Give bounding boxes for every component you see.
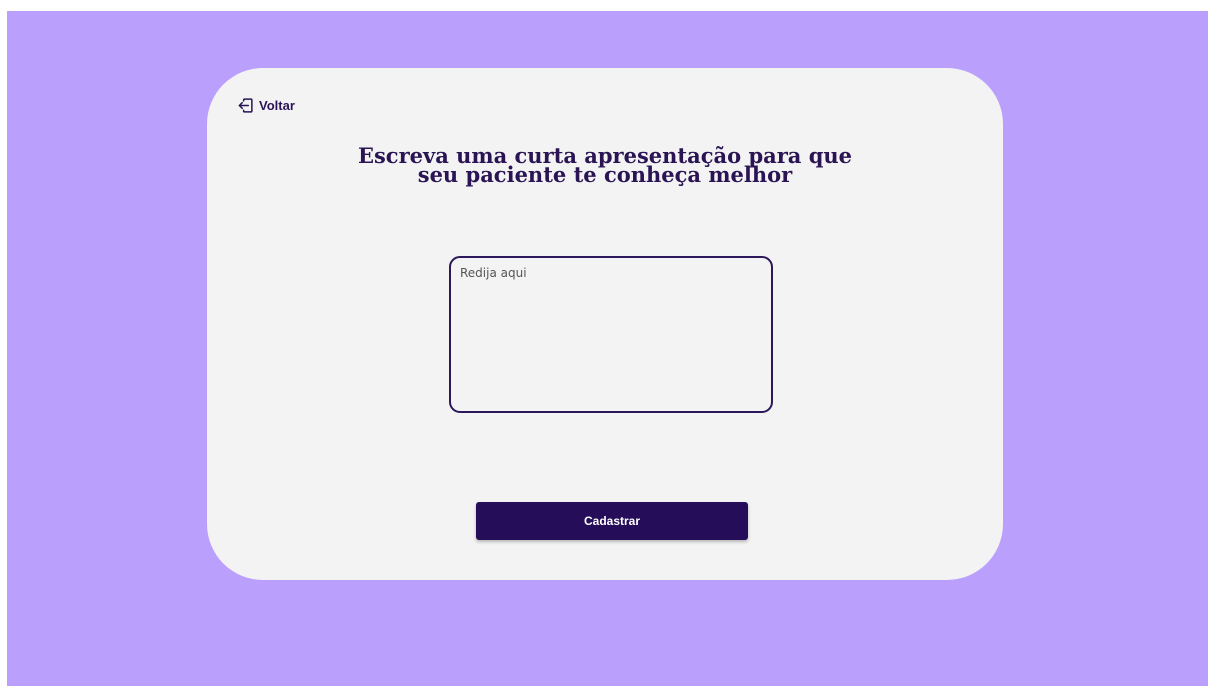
bio-field (449, 256, 773, 413)
page-title-line-2: seu paciente te conheça melhor (417, 162, 793, 187)
log-in-icon (238, 98, 253, 113)
page-title: Escreva uma curta apresentação para que … (207, 145, 1003, 187)
back-button[interactable]: Voltar (238, 98, 295, 113)
back-label: Voltar (259, 98, 295, 113)
presentation-card: Voltar Escreva uma curta apresentação pa… (207, 68, 1003, 580)
submit-button[interactable]: Cadastrar (476, 502, 748, 540)
bio-textarea[interactable] (451, 258, 771, 411)
